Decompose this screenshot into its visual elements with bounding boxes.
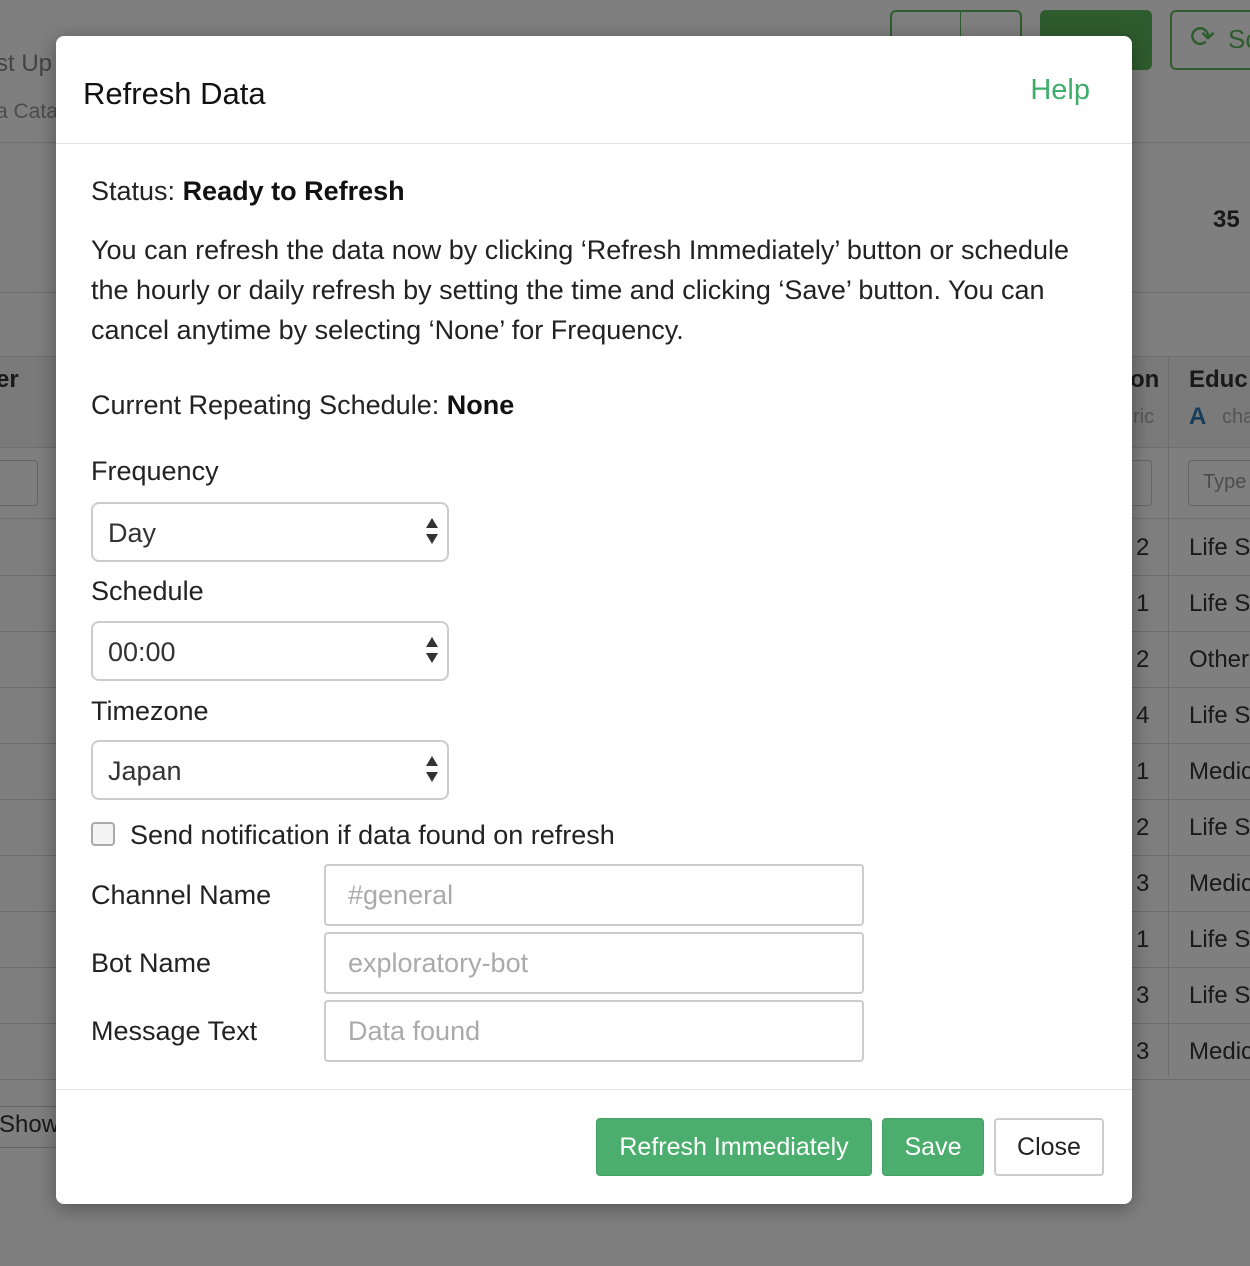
modal-header: Refresh Data Help (56, 36, 1132, 144)
save-button[interactable]: Save (882, 1118, 984, 1176)
bot-name-input[interactable] (324, 932, 864, 994)
close-button[interactable]: Close (994, 1118, 1104, 1176)
channel-name-input[interactable] (324, 864, 864, 926)
channel-name-label: Channel Name (91, 880, 272, 910)
schedule-select-value: 00:00 (108, 637, 176, 667)
select-arrows-icon (426, 756, 438, 782)
status-label: Status: (91, 176, 176, 206)
timezone-select-value: Japan (108, 756, 182, 786)
frequency-select[interactable]: Day (91, 502, 449, 562)
message-text-input[interactable] (324, 1000, 864, 1062)
refresh-description: You can refresh the data now by clicking… (91, 235, 1070, 345)
status-value: Ready to Refresh (182, 176, 405, 206)
status-line: Status: Ready to Refresh (91, 176, 405, 207)
current-schedule-value: None (446, 390, 515, 420)
schedule-label: Schedule (91, 576, 204, 606)
timezone-label: Timezone (91, 696, 209, 726)
timezone-select[interactable]: Japan (91, 740, 449, 800)
refresh-immediately-button[interactable]: Refresh Immediately (596, 1118, 872, 1176)
bot-name-label: Bot Name (91, 948, 212, 978)
help-link[interactable]: Help (1030, 74, 1090, 107)
modal-title: Refresh Data (83, 76, 266, 111)
notification-checkbox-label[interactable]: Send notification if data found on refre… (130, 820, 615, 851)
refresh-data-modal: Refresh Data Help Status: Ready to Refre… (56, 36, 1132, 1204)
select-arrows-icon (426, 637, 438, 663)
frequency-select-value: Day (108, 518, 157, 548)
notification-checkbox[interactable] (91, 822, 115, 846)
modal-footer-divider (56, 1089, 1132, 1090)
select-arrows-icon (426, 518, 438, 544)
current-schedule-line: Current Repeating Schedule: None (91, 390, 514, 421)
current-schedule-label: Current Repeating Schedule: (91, 390, 440, 420)
frequency-label: Frequency (91, 456, 219, 486)
message-text-label: Message Text (91, 1016, 258, 1046)
schedule-select[interactable]: 00:00 (91, 621, 449, 681)
